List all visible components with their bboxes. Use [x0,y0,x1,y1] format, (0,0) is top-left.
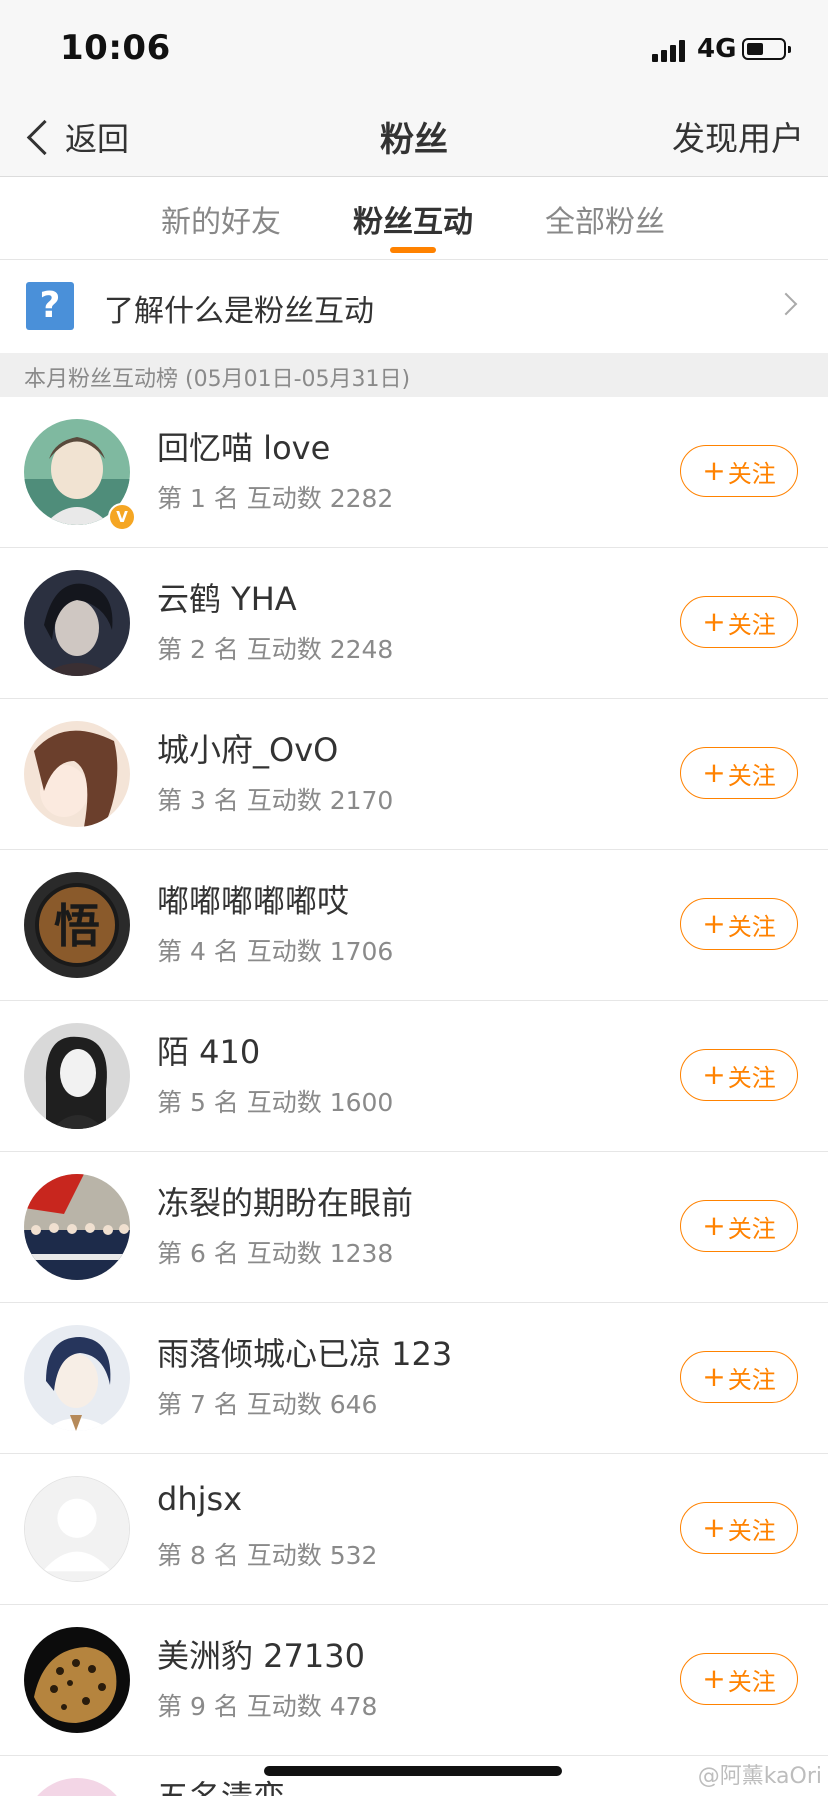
follow-label: 关注 [727,459,776,488]
verified-badge: V [108,503,136,531]
fan-rank-meta: 第 5 名 互动数 1600 [157,1088,394,1117]
question-icon: ? [26,282,74,330]
follow-label: 关注 [727,1365,776,1394]
chevron-left-icon [26,119,63,155]
tab-bar: 新的好友 粉丝互动 全部粉丝 [0,177,828,260]
follow-label: 关注 [727,1214,776,1243]
list-item[interactable]: dhjsx 第 8 名 互动数 532 + 关注 [0,1454,828,1605]
nav-bar: 返回 粉丝 发现用户 [0,100,828,177]
back-button[interactable]: 返回 [22,108,129,166]
follow-button[interactable]: + 关注 [680,747,798,799]
back-label: 返回 [65,120,130,158]
plus-icon: + [702,1511,726,1544]
plus-icon: + [702,605,726,638]
fan-rank-meta: 第 3 名 互动数 2170 [157,786,394,815]
avatar[interactable] [24,1023,130,1129]
tab-all-fans[interactable]: 全部粉丝 [545,197,665,241]
follow-label: 关注 [727,912,776,941]
plus-icon: + [702,1662,726,1695]
avatar[interactable] [24,1476,130,1582]
avatar[interactable] [24,570,130,676]
fan-name[interactable]: 嘟嘟嘟嘟嘟哎 [157,876,349,922]
follow-label: 关注 [727,610,776,639]
fan-name[interactable]: 雨落倾城心已凉 123 [157,1329,452,1375]
avatar-glyph: 悟 [54,899,100,953]
fan-list: V 回忆喵 love 第 1 名 互动数 2282 + 关注 云鹤 YHA 第 2… [0,397,828,1796]
section-header-text: 本月粉丝互动榜 (05月01日-05月31日) [24,367,411,392]
list-item[interactable]: 城小府_OvO 第 3 名 互动数 2170 + 关注 [0,699,828,850]
fan-name[interactable]: 五名清栾 [157,1772,285,1796]
fan-rank-meta: 第 9 名 互动数 478 [157,1692,378,1721]
follow-button[interactable]: + 关注 [680,1049,798,1101]
follow-button[interactable]: + 关注 [680,445,798,497]
section-header: 本月粉丝互动榜 (05月01日-05月31日) [0,353,828,397]
fan-name[interactable]: 城小府_OvO [157,725,338,771]
info-text: 了解什么是粉丝互动 [104,294,374,329]
follow-button[interactable]: + 关注 [680,1351,798,1403]
follow-button[interactable]: + 关注 [680,898,798,950]
plus-icon: + [702,1058,726,1091]
follow-label: 关注 [727,1667,776,1696]
fan-rank-meta: 第 1 名 互动数 2282 [157,484,394,513]
list-item[interactable]: 雨落倾城心已凉 123 第 7 名 互动数 646 + 关注 [0,1303,828,1454]
list-item[interactable]: 美洲豹 27130 第 9 名 互动数 478 + 关注 [0,1605,828,1756]
battery-icon [742,38,791,60]
follow-button[interactable]: + 关注 [680,596,798,648]
follow-button[interactable]: + 关注 [680,1653,798,1705]
plus-icon: + [702,1209,726,1242]
list-item[interactable]: 云鹤 YHA 第 2 名 互动数 2248 + 关注 [0,548,828,699]
discover-users-button[interactable]: 发现用户 [672,112,804,160]
follow-label: 关注 [727,1516,776,1545]
plus-icon: + [702,907,726,940]
avatar[interactable] [24,1174,130,1280]
watermark: @阿薰kaOri [697,1764,822,1789]
avatar[interactable] [24,1325,130,1431]
fan-rank-meta: 第 4 名 互动数 1706 [157,937,394,966]
plus-icon: + [702,454,726,487]
list-item[interactable]: V 回忆喵 love 第 1 名 互动数 2282 + 关注 [0,397,828,548]
list-item[interactable]: 悟 嘟嘟嘟嘟嘟哎 第 4 名 互动数 1706 + 关注 [0,850,828,1001]
fan-rank-meta: 第 6 名 互动数 1238 [157,1239,394,1268]
signal-icon [652,40,688,62]
active-tab-indicator [390,247,436,253]
fan-name[interactable]: 美洲豹 27130 [157,1631,365,1677]
plus-icon: + [702,1360,726,1393]
avatar[interactable] [24,1627,130,1733]
tab-new-friends[interactable]: 新的好友 [161,197,281,241]
status-bar: 10:06 4G [0,0,828,100]
list-item[interactable]: 陌 410 第 5 名 互动数 1600 + 关注 [0,1001,828,1152]
info-row[interactable]: ? 了解什么是粉丝互动 [0,260,828,352]
fan-name[interactable]: 回忆喵 love [157,423,330,469]
tab-fan-interaction[interactable]: 粉丝互动 [353,197,473,241]
fan-name[interactable]: 冻裂的期盼在眼前 [157,1178,413,1224]
avatar[interactable] [24,721,130,827]
fan-name[interactable]: 云鹤 YHA [157,574,297,620]
home-indicator[interactable] [264,1766,562,1776]
fan-rank-meta: 第 7 名 互动数 646 [157,1390,378,1419]
chevron-right-icon [774,292,798,316]
network-type: 4G [697,34,737,64]
follow-label: 关注 [727,761,776,790]
avatar[interactable]: 悟 [24,872,130,978]
fan-name[interactable]: 陌 410 [157,1027,260,1073]
plus-icon: + [702,756,726,789]
fan-rank-meta: 第 2 名 互动数 2248 [157,635,394,664]
follow-button[interactable]: + 关注 [680,1200,798,1252]
status-time: 10:06 [60,28,171,68]
follow-label: 关注 [727,1063,776,1092]
fan-rank-meta: 第 8 名 互动数 532 [157,1541,378,1570]
fan-name[interactable]: dhjsx [157,1480,242,1518]
follow-button[interactable]: + 关注 [680,1502,798,1554]
avatar[interactable] [24,1778,130,1796]
list-item[interactable]: 冻裂的期盼在眼前 第 6 名 互动数 1238 + 关注 [0,1152,828,1303]
